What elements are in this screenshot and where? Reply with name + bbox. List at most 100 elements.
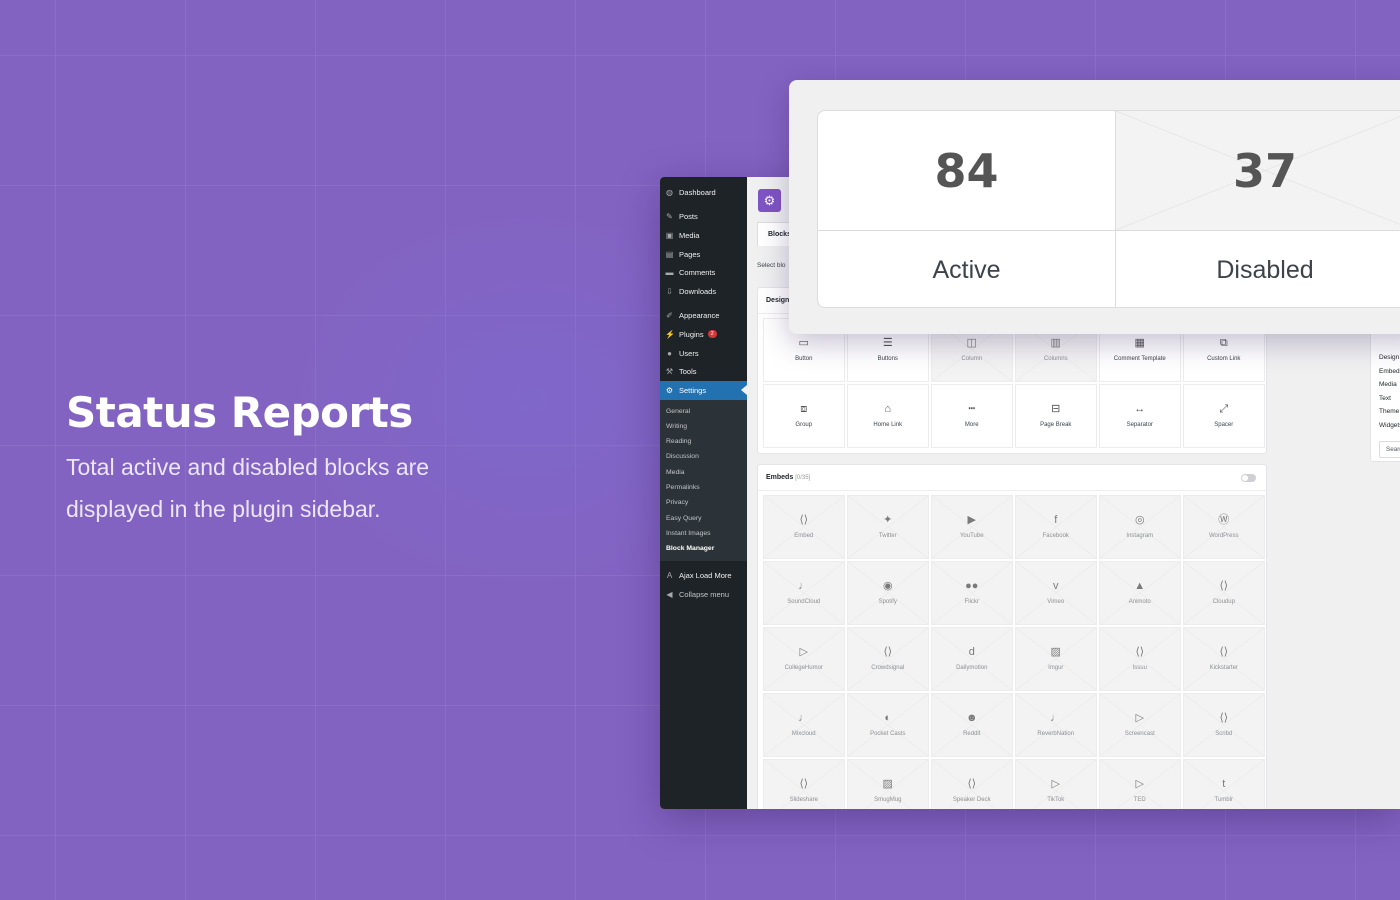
submenu-item-general[interactable]: General — [660, 404, 747, 419]
category-item-media[interactable]: Media — [1371, 378, 1400, 392]
submenu-item-media[interactable]: Media — [660, 465, 747, 480]
sidebar-item-dashboard[interactable]: ◍ Dashboard — [660, 183, 747, 202]
select-blocks-text: Select blo — [757, 262, 786, 269]
disabled-stat: 37 Disabled — [1116, 111, 1400, 307]
block-tile-label: CollegeHumor — [784, 665, 823, 671]
sidebar-item-tools[interactable]: ⚒ Tools — [660, 362, 747, 381]
block-tile-collegehumor[interactable]: ▷ CollegeHumor — [763, 627, 845, 691]
disabled-label: Disabled — [1216, 256, 1314, 284]
block-tile-embed[interactable]: ⟨⟩ Embed — [763, 495, 845, 559]
column-icon: ◫ — [966, 337, 977, 349]
collapse-icon: ◀ — [666, 589, 673, 599]
block-tile-speaker-deck[interactable]: ⟨⟩ Speaker Deck — [931, 759, 1013, 809]
sidebar-item-media[interactable]: ▣ Media — [660, 226, 747, 245]
block-tile-reddit[interactable]: ☻ Reddit — [931, 693, 1013, 757]
block-tile-facebook[interactable]: f Facebook — [1015, 495, 1097, 559]
embed-icon: ⟨⟩ — [883, 646, 893, 658]
sidebar-item-label: Dashboard — [679, 187, 716, 197]
category-item-embeds[interactable]: Embeds — [1371, 365, 1400, 379]
block-tile-scribd[interactable]: ⟨⟩ Scribd — [1183, 693, 1265, 757]
block-tile-flickr[interactable]: ●● Flickr — [931, 561, 1013, 625]
category-item-text[interactable]: Text — [1371, 392, 1400, 406]
embed-icon: ⟨⟩ — [799, 778, 809, 790]
sidebar-item-settings[interactable]: ⚙ Settings — [660, 380, 747, 400]
block-tile-separator[interactable]: ↔ Separator — [1099, 384, 1181, 448]
block-tile-dailymotion[interactable]: d Dailymotion — [931, 627, 1013, 691]
block-tile-soundcloud[interactable]: ♩ SoundCloud — [763, 561, 845, 625]
block-tile-spacer[interactable]: ⤢ Spacer — [1183, 384, 1265, 448]
reddit-icon: ☻ — [965, 712, 978, 724]
template-icon: ▦ — [1134, 337, 1145, 349]
submenu-item-reading[interactable]: Reading — [660, 434, 747, 449]
sidebar-item-downloads[interactable]: ⇩ Downloads — [660, 282, 747, 301]
block-tile-crowdsignal[interactable]: ⟨⟩ Crowdsignal — [847, 627, 929, 691]
sidebar-item-posts[interactable]: ✎ Posts — [660, 208, 747, 227]
block-tile-label: ReverbNation — [1037, 731, 1075, 737]
disabled-count: 37 — [1116, 111, 1400, 231]
separator-icon: ↔ — [1134, 403, 1146, 415]
submenu-item-writing[interactable]: Writing — [660, 419, 747, 434]
block-tile-group[interactable]: ⧈ Group — [763, 384, 845, 448]
block-tile-pocket-casts[interactable]: ◐ Pocket Casts — [847, 693, 929, 757]
youtube-icon: ▶ — [967, 514, 976, 526]
block-tile-label: Crowdsignal — [871, 665, 905, 671]
block-tile-label: Home Link — [873, 422, 903, 428]
block-tile-mixcloud[interactable]: ♩ Mixcloud — [763, 693, 845, 757]
submenu-item-instant-images[interactable]: Instant Images — [660, 526, 747, 541]
facebook-icon: f — [1054, 514, 1058, 526]
block-tile-animoto[interactable]: ▲ Animoto — [1099, 561, 1181, 625]
block-tile-cloudup[interactable]: ⟨⟩ Cloudup — [1183, 561, 1265, 625]
submenu-item-easy-query[interactable]: Easy Query — [660, 511, 747, 526]
block-tile-label: Mixcloud — [791, 731, 816, 737]
block-tile-ted[interactable]: ▷ TED — [1099, 759, 1181, 809]
block-tile-wordpress[interactable]: Ⓦ WordPress — [1183, 495, 1265, 559]
block-tile-kickstarter[interactable]: ⟨⟩ Kickstarter — [1183, 627, 1265, 691]
block-tile-reverbnation[interactable]: ♩ ReverbNation — [1015, 693, 1097, 757]
block-tile-twitter[interactable]: ✦ Twitter — [847, 495, 929, 559]
home-icon: ⌂ — [884, 403, 892, 415]
category-item-design[interactable]: Design — [1371, 351, 1400, 365]
block-tile-more[interactable]: ┅ More — [931, 384, 1013, 448]
embeds-count: [0/35] — [795, 475, 811, 481]
block-tile-instagram[interactable]: ◎ Instagram — [1099, 495, 1181, 559]
sidebar-item-comments[interactable]: ▬ Comments — [660, 263, 747, 282]
sidebar-item-users[interactable]: ● Users — [660, 344, 747, 363]
sidebar-item-plugins[interactable]: ⚡ Plugins 2 — [660, 325, 747, 344]
block-tile-label: Spacer — [1214, 422, 1234, 428]
submenu-item-permalinks[interactable]: Permalinks — [660, 480, 747, 495]
audio-icon: ♩ — [798, 712, 810, 724]
category-list: DesignEmbedsMediaTextThemeWidgets — [1371, 351, 1400, 433]
block-tile-issuu[interactable]: ⟨⟩ Issuu — [1099, 627, 1181, 691]
category-item-theme[interactable]: Theme — [1371, 405, 1400, 419]
block-tile-smugmug[interactable]: ▨ SmugMug — [847, 759, 929, 809]
block-tile-youtube[interactable]: ▶ YouTube — [931, 495, 1013, 559]
block-tile-page-break[interactable]: ⊟ Page Break — [1015, 384, 1097, 448]
sidebar-item-pages[interactable]: ▤ Pages — [660, 245, 747, 264]
group-icon: ⧈ — [800, 403, 808, 415]
block-tile-label: WordPress — [1208, 533, 1239, 539]
submenu-item-privacy[interactable]: Privacy — [660, 495, 747, 510]
category-item-widgets[interactable]: Widgets — [1371, 419, 1400, 433]
block-tile-tumblr[interactable]: t Tumblr — [1183, 759, 1265, 809]
search-blocks-input[interactable]: Search Blocks — [1379, 440, 1400, 458]
status-report-card: 84 Active 37 Disabled — [789, 80, 1400, 334]
block-tile-tiktok[interactable]: ▷ TikTok — [1015, 759, 1097, 809]
block-tile-home-link[interactable]: ⌂ Home Link — [847, 384, 929, 448]
block-tile-slideshare[interactable]: ⟨⟩ Slideshare — [763, 759, 845, 809]
submenu-item-block-manager[interactable]: Block Manager — [660, 541, 747, 556]
status-report-table: 84 Active 37 Disabled — [817, 110, 1400, 308]
embed-icon: ⟨⟩ — [967, 778, 977, 790]
block-tile-screencast[interactable]: ▷ Screencast — [1099, 693, 1181, 757]
block-tile-label: TikTok — [1047, 797, 1065, 803]
vimeo-icon: v — [1053, 580, 1059, 592]
sidebar-item-appearance[interactable]: ✐ Appearance — [660, 307, 747, 326]
block-tile-imgur[interactable]: ▨ Imgur — [1015, 627, 1097, 691]
block-tile-spotify[interactable]: ◉ Spotify — [847, 561, 929, 625]
collapse-menu-button[interactable]: ◀ Collapse menu — [660, 585, 747, 604]
brush-icon: ✐ — [666, 311, 673, 321]
block-tile-vimeo[interactable]: v Vimeo — [1015, 561, 1097, 625]
embeds-toggle[interactable] — [1241, 474, 1256, 482]
block-tile-label: Tumblr — [1214, 797, 1233, 803]
sidebar-item-ajax-load-more[interactable]: A Ajax Load More — [660, 567, 747, 586]
submenu-item-discussion[interactable]: Discussion — [660, 449, 747, 464]
